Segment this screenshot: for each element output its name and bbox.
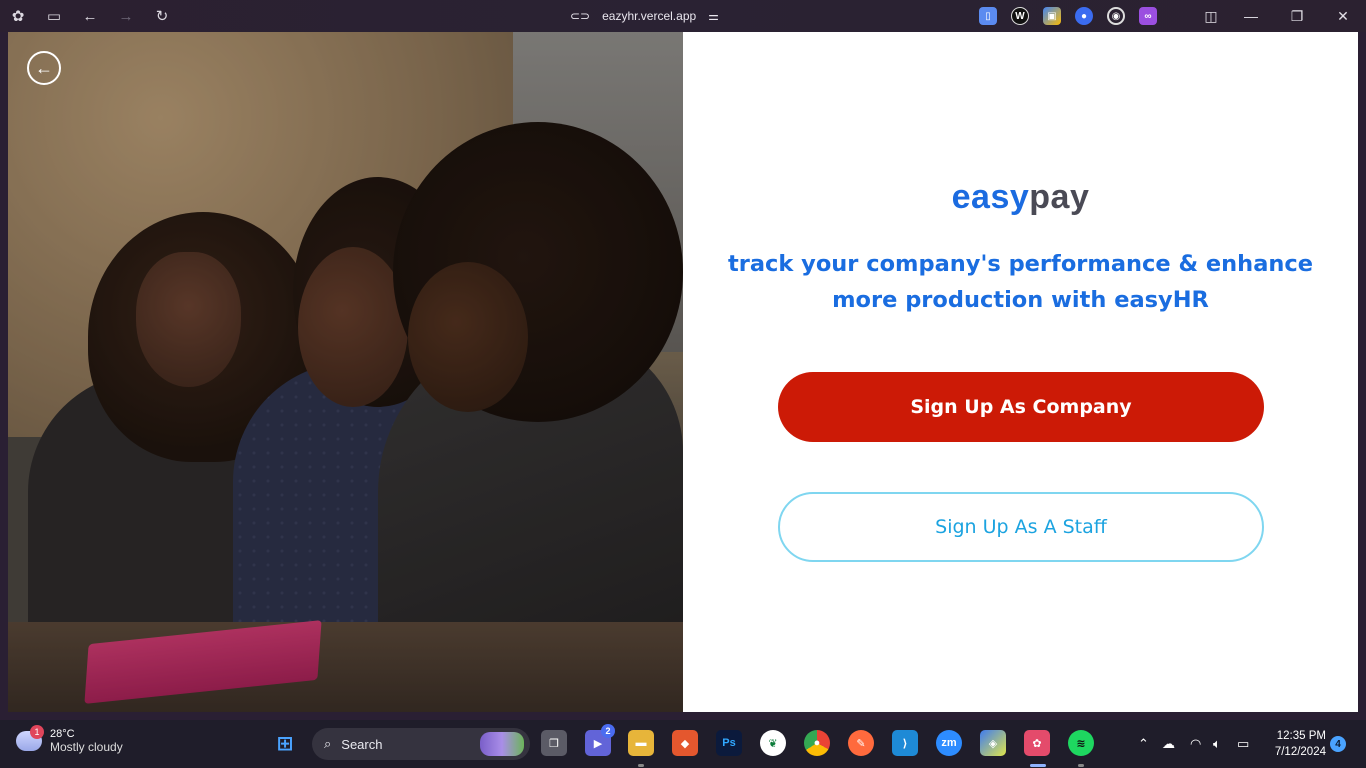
signup-panel: easypay track your company's performance… — [683, 32, 1358, 712]
clock-date: 7/12/2024 — [1274, 746, 1326, 758]
onedrive-icon[interactable]: ☁ — [1162, 720, 1175, 768]
site-settings-icon[interactable]: ⚌ — [708, 9, 719, 23]
start-icon[interactable]: ⊞ — [272, 730, 298, 756]
browser-logo-icon[interactable]: ✿ — [0, 0, 36, 32]
mongodb-icon[interactable]: ❦ — [760, 730, 786, 756]
search-icon: ⌕ — [324, 736, 332, 751]
clock[interactable]: 12:35 PM 7/12/2024 — [1262, 728, 1326, 760]
extension-photos-icon[interactable]: ▣ — [1043, 7, 1061, 25]
spotify-icon[interactable]: ≋ — [1068, 730, 1094, 756]
extension-w-icon[interactable]: W — [1011, 7, 1029, 25]
vscode-icon[interactable]: ⟩ — [892, 730, 918, 756]
notification-badge[interactable]: 4 — [1330, 736, 1346, 752]
taskbar: 1 28°C Mostly cloudy ⊞ ⌕ Search ❐ ▶ 2 ▬ … — [0, 720, 1366, 768]
file-explorer-icon[interactable]: ▬ — [628, 730, 654, 756]
extension-blue-icon[interactable]: ● — [1075, 7, 1093, 25]
hero-photo: ← — [8, 32, 683, 712]
restore-icon[interactable]: ❐ — [1274, 0, 1320, 32]
url-text[interactable]: eazyhr.vercel.app — [602, 9, 696, 23]
chrome-icon[interactable]: ● — [804, 730, 830, 756]
task-view-icon[interactable]: ❐ — [541, 730, 567, 756]
tray-chevron-icon[interactable]: ⌃ — [1138, 720, 1149, 768]
brave-icon[interactable]: ◆ — [672, 730, 698, 756]
weather-condition: Mostly cloudy — [50, 740, 123, 754]
tagline: track your company's performance & enhan… — [723, 246, 1318, 318]
extension-target-icon[interactable]: ◉ — [1107, 7, 1125, 25]
tagline-line-1: track your company's performance & enhan… — [728, 251, 1313, 277]
page-viewport: ← easypay track your company's performan… — [8, 32, 1358, 712]
cloud-icon: 1 — [16, 725, 44, 751]
sidebar-toggle-icon[interactable]: ▭ — [36, 0, 72, 32]
teams-icon[interactable]: ▶ 2 — [585, 724, 615, 756]
volume-icon[interactable]: 🔈︎ — [1213, 720, 1221, 768]
extension-docs-icon[interactable]: ▯ — [979, 7, 997, 25]
clock-time: 12:35 PM — [1276, 730, 1326, 742]
browser-app-icon[interactable]: ✿ — [1024, 730, 1050, 756]
easypay-logo: easypay — [951, 178, 1090, 216]
sign-up-company-button[interactable]: Sign Up As Company — [778, 372, 1264, 442]
minimize-icon[interactable]: — — [1228, 0, 1274, 32]
sign-up-staff-button[interactable]: Sign Up As A Staff — [778, 492, 1264, 562]
weather-widget[interactable]: 1 28°C Mostly cloudy — [16, 725, 123, 754]
active-app-indicator — [1030, 764, 1046, 767]
taskbar-search[interactable]: ⌕ Search — [312, 728, 530, 760]
battery-icon[interactable]: ▭ — [1237, 720, 1249, 768]
weather-temp: 28°C — [50, 728, 75, 740]
teams-badge: 2 — [601, 724, 615, 738]
photoshop-icon[interactable]: Ps — [716, 730, 742, 756]
back-button[interactable]: ← — [27, 51, 61, 85]
close-icon[interactable]: ✕ — [1320, 0, 1366, 32]
git-app-icon[interactable]: ◈ — [980, 730, 1006, 756]
running-indicator — [1078, 764, 1084, 767]
reload-icon[interactable]: ↻ — [144, 0, 180, 32]
weather-badge: 1 — [30, 725, 44, 739]
forward-arrow-icon[interactable]: → — [108, 0, 144, 32]
zoom-icon[interactable]: zm — [936, 730, 962, 756]
browser-toolbar: ✿ ▭ ← → ↻ ⊂⊃ eazyhr.vercel.app ⚌ ▯ W ▣ ●… — [0, 0, 1366, 32]
extension-purple-icon[interactable]: ∞ — [1139, 7, 1157, 25]
link-icon: ⊂⊃ — [570, 9, 591, 23]
back-arrow-icon[interactable]: ← — [72, 0, 108, 32]
postman-icon[interactable]: ✎ — [848, 730, 874, 756]
wifi-icon[interactable]: ◠ — [1190, 720, 1201, 768]
running-indicator — [638, 764, 644, 767]
search-label: Search — [341, 736, 383, 752]
tagline-line-2: more production with easyHR — [832, 287, 1209, 313]
address-bar[interactable]: ⊂⊃ eazyhr.vercel.app ⚌ — [570, 0, 719, 32]
search-highlight-image — [480, 732, 524, 756]
arrow-left-icon: ← — [35, 57, 53, 78]
